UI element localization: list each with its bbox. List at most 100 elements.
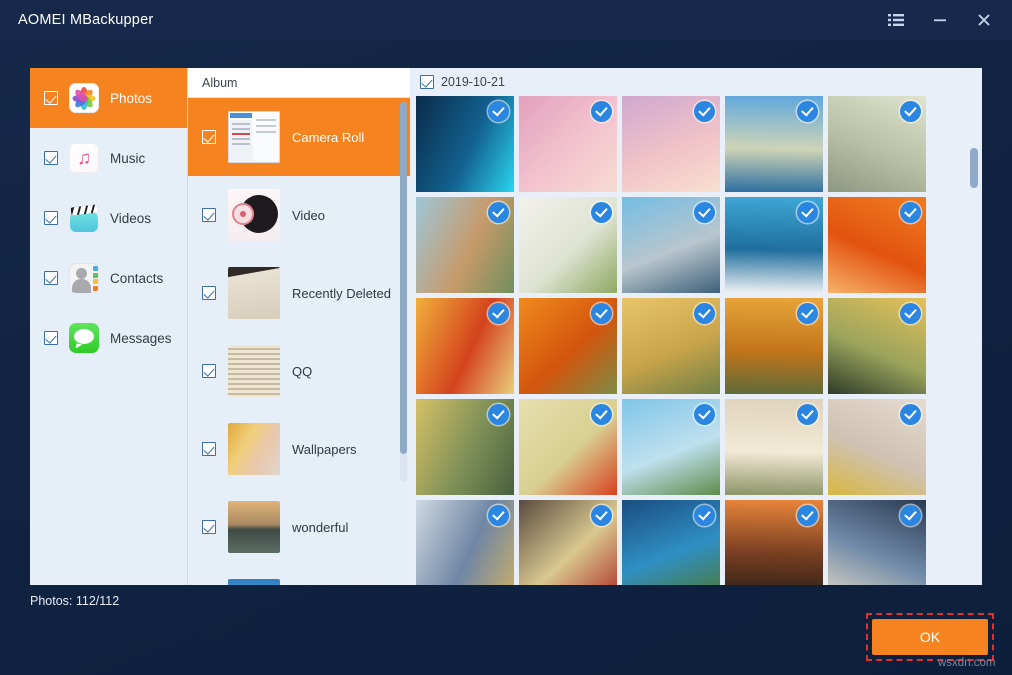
main-panel: Photos ♫ Music Videos [30,68,982,585]
album-item-recently-deleted[interactable]: Recently Deleted [188,254,410,332]
photo-selected-badge[interactable] [591,303,612,324]
photo-thumbnail[interactable] [622,96,720,192]
date-group-checkbox[interactable] [420,75,434,89]
photo-thumbnail[interactable] [725,96,823,192]
photo-selected-badge[interactable] [694,303,715,324]
sidebar-item-videos[interactable]: Videos [30,188,187,248]
photo-thumbnail[interactable] [828,298,926,394]
photo-thumbnail[interactable] [416,96,514,192]
photo-selected-badge[interactable] [694,202,715,223]
close-button[interactable] [964,3,1004,37]
photo-thumbnail[interactable] [416,298,514,394]
menu-button[interactable] [876,3,916,37]
photos-icon [69,83,99,113]
photo-grid-scrollbar[interactable] [970,78,978,575]
photos-checkbox[interactable] [44,91,58,105]
photo-thumbnail[interactable] [828,197,926,293]
photo-selected-badge[interactable] [900,505,921,526]
photo-selected-badge[interactable] [591,101,612,122]
photo-selected-badge[interactable] [694,101,715,122]
sidebar-item-label: Messages [110,331,172,346]
album-scrollbar[interactable] [400,102,407,482]
sidebar-item-music[interactable]: ♫ Music [30,128,187,188]
album-scrollbar-thumb[interactable] [400,102,407,454]
category-sidebar: Photos ♫ Music Videos [30,68,187,585]
photo-selected-badge[interactable] [694,505,715,526]
minimize-button[interactable] [920,3,960,37]
photo-selected-badge[interactable] [488,404,509,425]
album-item-video[interactable]: Video [188,176,410,254]
photo-thumbnail[interactable] [416,197,514,293]
album-column-header: Album [188,68,410,98]
photo-selected-badge[interactable] [591,404,612,425]
photo-selected-badge[interactable] [900,303,921,324]
photo-thumbnail[interactable] [622,298,720,394]
photo-thumbnail[interactable] [519,197,617,293]
photo-thumbnail[interactable] [622,197,720,293]
photo-selected-badge[interactable] [797,505,818,526]
photo-selected-badge[interactable] [797,303,818,324]
photo-selected-badge[interactable] [797,404,818,425]
photo-thumbnail[interactable] [519,96,617,192]
photo-thumbnail[interactable] [725,500,823,585]
photo-selected-badge[interactable] [694,404,715,425]
album-checkbox[interactable] [202,442,216,456]
photo-selected-badge[interactable] [488,303,509,324]
photo-selected-badge[interactable] [900,202,921,223]
photo-thumbnail[interactable] [622,500,720,585]
photo-selected-badge[interactable] [797,101,818,122]
videos-checkbox[interactable] [44,211,58,225]
title-bar: AOMEI MBackupper [0,0,1012,40]
photo-selected-badge[interactable] [900,404,921,425]
photo-thumbnail[interactable] [519,500,617,585]
sidebar-item-contacts[interactable]: Contacts [30,248,187,308]
album-checkbox[interactable] [202,520,216,534]
photo-thumbnail[interactable] [622,399,720,495]
album-thumbnail [228,189,280,241]
photo-date-group-header[interactable]: 2019-10-21 [410,68,982,96]
album-item-qq[interactable]: QQ [188,332,410,410]
contacts-checkbox[interactable] [44,271,58,285]
album-item-wonderful[interactable]: wonderful [188,488,410,566]
album-item-partial[interactable] [188,566,410,585]
photo-selected-badge[interactable] [797,202,818,223]
music-checkbox[interactable] [44,151,58,165]
messages-checkbox[interactable] [44,331,58,345]
videos-icon [69,203,99,233]
photo-thumbnail[interactable] [725,399,823,495]
sidebar-item-messages[interactable]: Messages [30,308,187,368]
photo-thumbnail[interactable] [519,399,617,495]
album-thumbnail [228,111,280,163]
photo-thumbnail[interactable] [416,399,514,495]
album-item-label: Wallpapers [292,442,357,457]
photo-thumbnail[interactable] [519,298,617,394]
photo-thumbnail[interactable] [725,298,823,394]
sidebar-item-label: Music [110,151,145,166]
photo-grid-scrollbar-thumb[interactable] [970,148,978,188]
photo-thumbnail[interactable] [828,500,926,585]
photo-thumbnail[interactable] [725,197,823,293]
messages-icon [69,323,99,353]
album-thumbnail [228,423,280,475]
album-checkbox[interactable] [202,208,216,222]
sidebar-item-photos[interactable]: Photos [30,68,187,128]
photo-grid-panel: 2019-10-21 [410,68,982,585]
photo-thumbnail[interactable] [416,500,514,585]
photo-selected-badge[interactable] [591,505,612,526]
photo-selected-badge[interactable] [488,505,509,526]
photo-thumbnail[interactable] [828,96,926,192]
album-item-camera-roll[interactable]: Camera Roll [188,98,410,176]
app-title: AOMEI MBackupper [18,12,153,28]
contacts-icon [69,263,99,293]
photo-selected-badge[interactable] [488,101,509,122]
ok-button[interactable]: OK [872,619,988,655]
photo-selected-badge[interactable] [591,202,612,223]
album-checkbox[interactable] [202,364,216,378]
album-checkbox[interactable] [202,286,216,300]
music-icon: ♫ [69,143,99,173]
photo-selected-badge[interactable] [900,101,921,122]
photo-selected-badge[interactable] [488,202,509,223]
album-item-wallpapers[interactable]: Wallpapers [188,410,410,488]
photo-thumbnail[interactable] [828,399,926,495]
album-checkbox[interactable] [202,130,216,144]
